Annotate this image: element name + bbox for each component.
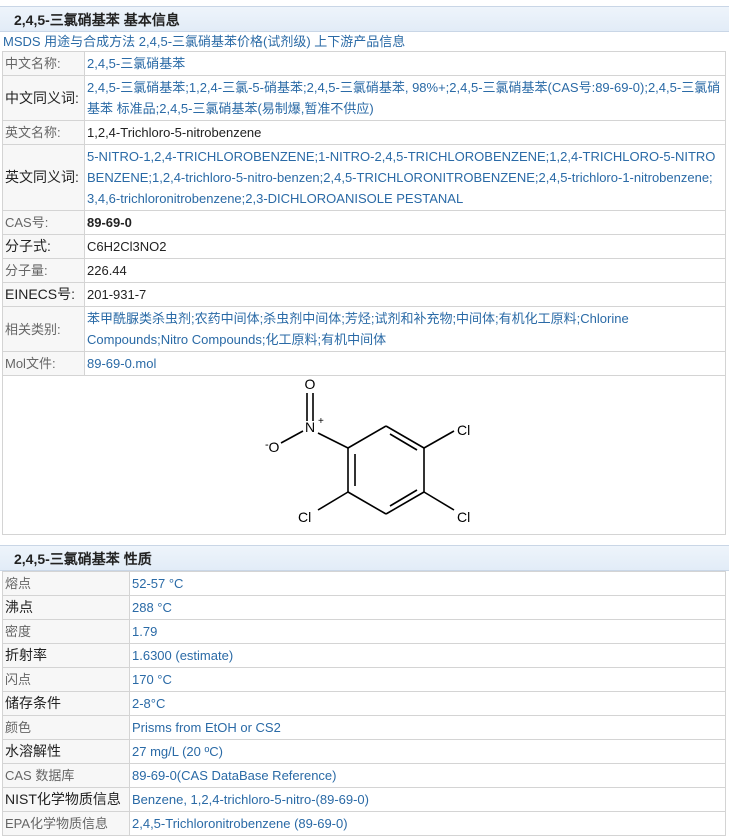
row-value: Prisms from EtOH or CS2 xyxy=(129,715,726,740)
row-value[interactable]: 5-NITRO-1,2,4-TRICHLOROBENZENE;1-NITRO-2… xyxy=(84,144,726,211)
basic-info-header: 2,4,5-三氯硝基苯 基本信息 xyxy=(0,6,729,32)
row-label: 熔点 xyxy=(2,571,130,596)
row-value[interactable]: 2,4,5-Trichloronitrobenzene (89-69-0) xyxy=(129,811,726,836)
table-row: CAS号: 89-69-0 xyxy=(2,210,726,235)
row-label: 闪点 xyxy=(2,667,130,692)
table-row: 闪点 170 °C xyxy=(2,667,726,692)
row-value: 201-931-7 xyxy=(84,282,726,307)
structure-row: O N + O - Cl Cl Cl xyxy=(2,375,726,535)
row-label: 分子量: xyxy=(2,258,85,283)
row-value[interactable]: 2,4,5-三氯硝基苯 xyxy=(84,51,726,76)
table-row: 英文同义词: 5-NITRO-1,2,4-TRICHLOROBENZENE;1-… xyxy=(2,144,726,211)
row-label: 分子式: xyxy=(2,234,85,259)
row-label: EPA化学物质信息 xyxy=(2,811,130,836)
table-row: 分子量: 226.44 xyxy=(2,258,726,283)
row-label: Mol文件: xyxy=(2,351,85,376)
row-value[interactable]: 苯甲酰脲类杀虫剂;农药中间体;杀虫剂中间体;芳烃;试剂和补充物;中间体;有机化工… xyxy=(84,306,726,352)
table-row: 相关类别: 苯甲酰脲类杀虫剂;农药中间体;杀虫剂中间体;芳烃;试剂和补充物;中间… xyxy=(2,306,726,352)
table-row: EPA化学物质信息 2,4,5-Trichloronitrobenzene (8… xyxy=(2,811,726,836)
row-value[interactable]: 2,4,5-三氯硝基苯;1,2,4-三氯-5-硝基苯;2,4,5-三氯硝基苯, … xyxy=(84,75,726,121)
nitrogen-label: N xyxy=(305,419,315,435)
row-label: 颜色 xyxy=(2,715,130,740)
page: 2,4,5-三氯硝基苯 基本信息 MSDS 用途与合成方法 2,4,5-三氯硝基… xyxy=(0,0,729,836)
table-row: 储存条件 2-8°C xyxy=(2,691,726,716)
mol-file-link[interactable]: 89-69-0.mol xyxy=(84,351,726,376)
nitrogen-charge: + xyxy=(318,416,324,427)
chlorine-label-left-bottom: Cl xyxy=(298,509,311,525)
table-row: 沸点 288 °C xyxy=(2,595,726,620)
row-value[interactable]: 89-69-0(CAS DataBase Reference) xyxy=(129,763,726,788)
table-row: NIST化学物质信息 Benzene, 1,2,4-trichloro-5-ni… xyxy=(2,787,726,812)
row-value: 52-57 °C xyxy=(129,571,726,596)
row-label: 中文同义词: xyxy=(2,75,85,121)
row-label: 中文名称: xyxy=(2,51,85,76)
quick-links[interactable]: MSDS 用途与合成方法 2,4,5-三氯硝基苯价格(试剂级) 上下游产品信息 xyxy=(0,32,729,51)
basic-info-table: 中文名称: 2,4,5-三氯硝基苯 中文同义词: 2,4,5-三氯硝基苯;1,2… xyxy=(2,51,726,535)
row-value: 170 °C xyxy=(129,667,726,692)
row-label: CAS号: xyxy=(2,210,85,235)
table-row: 颜色 Prisms from EtOH or CS2 xyxy=(2,715,726,740)
table-row: 中文名称: 2,4,5-三氯硝基苯 xyxy=(2,51,726,76)
row-value[interactable]: Benzene, 1,2,4-trichloro-5-nitro-(89-69-… xyxy=(129,787,726,812)
row-value: 1.6300 (estimate) xyxy=(129,643,726,668)
row-label: CAS 数据库 xyxy=(2,763,130,788)
properties-header: 2,4,5-三氯硝基苯 性质 xyxy=(0,545,729,571)
table-row: 中文同义词: 2,4,5-三氯硝基苯;1,2,4-三氯-5-硝基苯;2,4,5-… xyxy=(2,75,726,121)
table-row: 水溶解性 27 mg/L (20 ºC) xyxy=(2,739,726,764)
table-row: 折射率 1.6300 (estimate) xyxy=(2,643,726,668)
row-label: 水溶解性 xyxy=(2,739,130,764)
chlorine-label-right-top: Cl xyxy=(457,422,470,438)
row-label: 英文名称: xyxy=(2,120,85,145)
row-label: 英文同义词: xyxy=(2,144,85,211)
chlorine-label-right-bottom: Cl xyxy=(457,509,470,525)
structure-cell: O N + O - Cl Cl Cl xyxy=(2,375,726,535)
oxygen-left-label: O xyxy=(269,439,280,455)
row-value: C6H2Cl3NO2 xyxy=(84,234,726,259)
row-value: 27 mg/L (20 ºC) xyxy=(129,739,726,764)
row-label: 相关类别: xyxy=(2,306,85,352)
table-row: 密度 1.79 xyxy=(2,619,726,644)
row-label: 密度 xyxy=(2,619,130,644)
table-row: 英文名称: 1,2,4-Trichloro-5-nitrobenzene xyxy=(2,120,726,145)
row-label: EINECS号: xyxy=(2,282,85,307)
table-row: CAS 数据库 89-69-0(CAS DataBase Reference) xyxy=(2,763,726,788)
row-label: 沸点 xyxy=(2,595,130,620)
row-value: 2-8°C xyxy=(129,691,726,716)
row-value: 288 °C xyxy=(129,595,726,620)
row-value: 89-69-0 xyxy=(84,210,726,235)
table-row: EINECS号: 201-931-7 xyxy=(2,282,726,307)
table-row: 分子式: C6H2Cl3NO2 xyxy=(2,234,726,259)
oxygen-top-label: O xyxy=(305,376,316,392)
row-label: 折射率 xyxy=(2,643,130,668)
row-value: 1,2,4-Trichloro-5-nitrobenzene xyxy=(84,120,726,145)
oxygen-charge: - xyxy=(265,439,269,451)
row-label: NIST化学物质信息 xyxy=(2,787,130,812)
properties-table: 熔点 52-57 °C 沸点 288 °C 密度 1.79 折射率 1.6300… xyxy=(2,571,726,836)
structure-diagram: O N + O - Cl Cl Cl xyxy=(265,376,470,525)
row-value: 1.79 xyxy=(129,619,726,644)
row-label: 储存条件 xyxy=(2,691,130,716)
table-row: Mol文件: 89-69-0.mol xyxy=(2,351,726,376)
row-value: 226.44 xyxy=(84,258,726,283)
table-row: 熔点 52-57 °C xyxy=(2,571,726,596)
